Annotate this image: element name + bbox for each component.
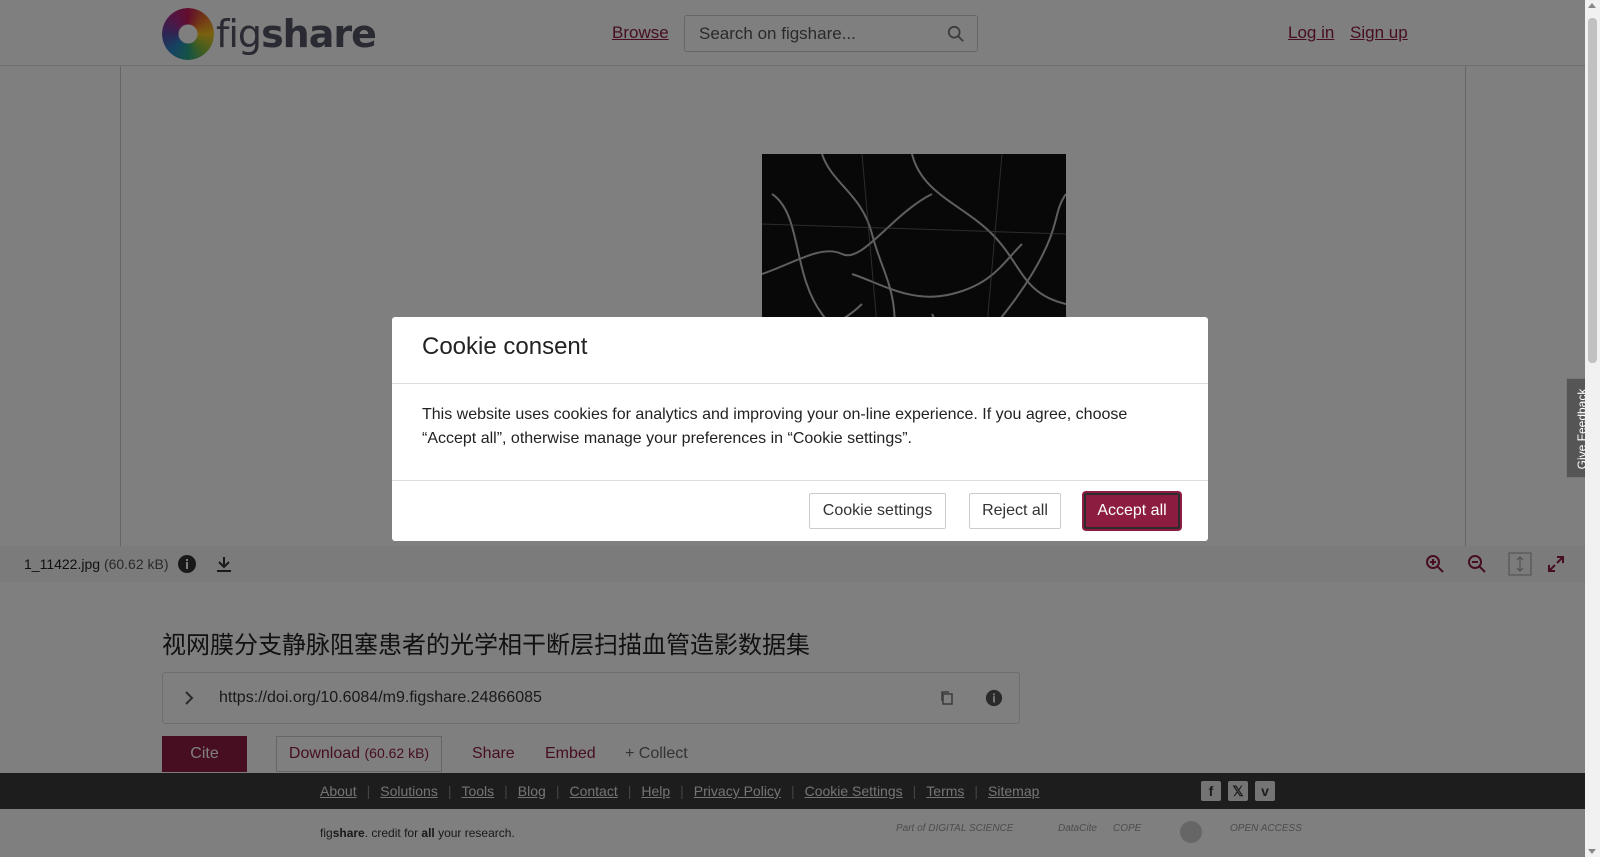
reject-all-button[interactable]: Reject all — [969, 493, 1061, 529]
scroll-thumb[interactable] — [1588, 18, 1597, 363]
divider — [392, 383, 1208, 384]
cookie-dialog-title: Cookie consent — [422, 333, 588, 360]
scroll-down-arrow-icon[interactable] — [1588, 849, 1596, 854]
scroll-up-arrow-icon[interactable] — [1588, 3, 1596, 8]
cookie-settings-button[interactable]: Cookie settings — [809, 493, 946, 529]
page-scrollbar[interactable] — [1585, 0, 1600, 857]
cookie-consent-dialog: Cookie consent This website uses cookies… — [392, 317, 1208, 541]
cookie-dialog-body: This website uses cookies for analytics … — [422, 406, 1128, 447]
divider — [392, 480, 1208, 481]
accept-all-button[interactable]: Accept all — [1084, 493, 1180, 529]
